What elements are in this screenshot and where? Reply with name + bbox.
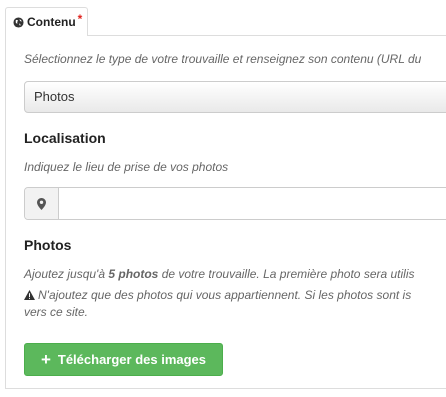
photos-warning-line1: N'ajoutez que des photos qui vous appart… [24,287,411,304]
plus-icon: + [40,350,51,369]
type-select[interactable]: Photos [24,81,446,113]
globe-icon [13,16,24,28]
photos-help-text: Ajoutez jusqu'à 5 photos de votre trouva… [24,266,415,283]
type-help-text: Sélectionnez le type de votre trouvaille… [24,52,422,66]
warning-icon [24,290,35,300]
location-input-group [24,187,446,220]
map-marker-icon [37,197,46,210]
photos-help-prefix: Ajoutez jusqu'à [24,267,106,281]
upload-button-label: Télécharger des images [57,352,207,367]
required-mark: * [77,12,83,26]
photos-help-suffix: de votre trouvaille. La première photo s… [161,267,415,281]
photos-warning-text: N'ajoutez que des photos qui vous appart… [38,288,412,302]
map-marker-addon [25,188,59,219]
photos-help-count: 5 photos [108,267,159,281]
tab-label: Contenu [27,15,76,29]
tab-contenu[interactable]: Contenu * [5,7,88,36]
location-label: Localisation [24,130,106,146]
location-input[interactable] [59,188,446,219]
location-help-text: Indiquez le lieu de prise de vos photos [24,160,229,174]
photos-label: Photos [24,237,72,253]
upload-images-button[interactable]: + Télécharger des images [24,343,223,376]
photos-warning-line2: vers ce site. [24,305,89,319]
type-select-value: Photos [34,89,75,104]
